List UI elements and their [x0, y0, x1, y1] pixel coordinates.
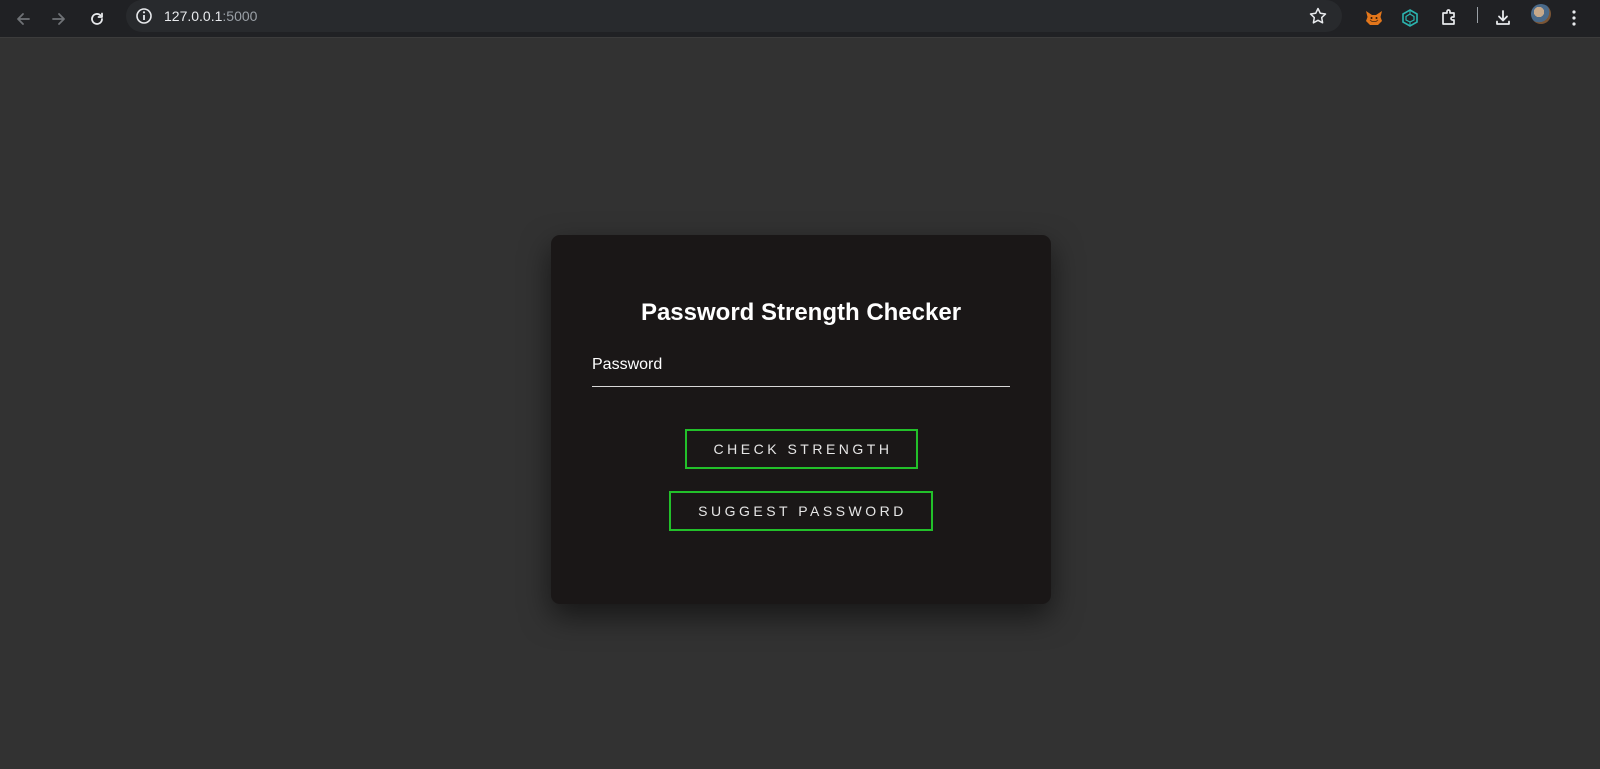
metamask-fox-icon	[1366, 11, 1382, 25]
teal-extension-icon	[1402, 9, 1418, 27]
url-port: :5000	[222, 8, 258, 24]
teal-extension-button[interactable]	[1397, 5, 1423, 31]
browser-toolbar: 127.0.0.1:5000	[0, 0, 1600, 38]
downloads-button[interactable]	[1490, 5, 1516, 31]
password-field[interactable]: Password	[592, 347, 1010, 387]
puzzle-icon	[1442, 9, 1455, 25]
arrow-left-icon	[17, 13, 30, 25]
metamask-extension-button[interactable]	[1361, 5, 1387, 31]
address-bar-url[interactable]: 127.0.0.1:5000	[164, 7, 257, 25]
url-host: 127.0.0.1	[164, 8, 223, 24]
suggest-password-button[interactable]: SUGGEST PASSWORD	[669, 491, 933, 531]
browser-menu-button[interactable]	[1561, 5, 1587, 31]
extensions-button[interactable]	[1436, 5, 1462, 31]
info-icon[interactable]	[135, 7, 153, 25]
check-strength-button[interactable]: CHECK STRENGTH	[685, 429, 918, 469]
reload-button[interactable]	[82, 4, 112, 34]
address-bar[interactable]: 127.0.0.1:5000	[126, 0, 1342, 32]
star-icon[interactable]	[1308, 6, 1328, 26]
password-input[interactable]	[592, 347, 1010, 386]
forward-button[interactable]	[44, 4, 74, 34]
back-button[interactable]	[8, 4, 38, 34]
download-icon	[1496, 10, 1510, 25]
password-checker-card: Password Strength Checker Password CHECK…	[551, 235, 1051, 604]
reload-icon	[91, 12, 103, 25]
kebab-menu-icon	[1572, 10, 1576, 26]
avatar[interactable]	[1531, 4, 1551, 24]
arrow-right-icon	[52, 13, 65, 25]
page-title: Password Strength Checker	[640, 299, 962, 326]
toolbar-separator	[1477, 7, 1478, 23]
